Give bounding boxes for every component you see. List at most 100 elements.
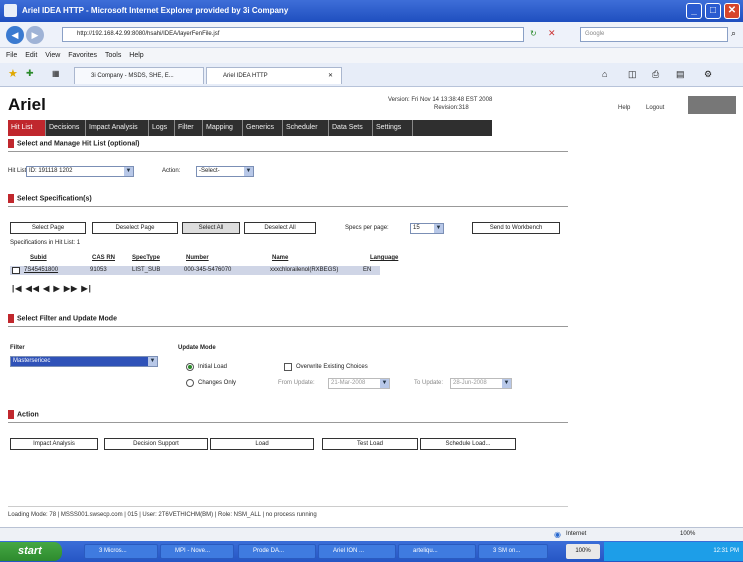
col-subid[interactable]: Subid [30,255,47,261]
specs-per-page-value: 15 [413,225,420,231]
quick-tabs-icon[interactable]: ▦ [52,69,60,78]
action-select[interactable]: -Select- ▼ [196,166,254,177]
taskbar-item[interactable]: 3 Micros... [84,544,158,559]
load-button[interactable]: Load [210,438,314,450]
taskbar-item[interactable]: Ariel ION ... [318,544,396,559]
menu-bar: File Edit View Favorites Tools Help [0,48,743,63]
to-update-select[interactable]: 28-Jun-2008 ▼ [450,378,512,389]
tab-filter[interactable]: Filter [175,120,203,136]
impact-analysis-button[interactable]: Impact Analysis [10,438,98,450]
print-icon[interactable]: ⎙ [652,69,659,80]
pager-controls[interactable]: |◀ ◀◀ ◀ ▶ ▶▶ ▶| [12,284,92,293]
tab-impact-analysis[interactable]: Impact Analysis [86,120,149,136]
globe-icon: ◉ [554,530,561,539]
start-button[interactable]: start [0,542,62,561]
section-3-title: Select Filter and Update Mode [8,314,117,323]
help-link[interactable]: Help [618,105,630,111]
from-update-label: From Update: [278,380,315,386]
row-checkbox[interactable] [12,267,20,274]
section-3-text: Select Filter and Update Mode [17,315,117,323]
tab-decisions[interactable]: Decisions [46,120,86,136]
address-input[interactable]: http://192.168.42.99:8080/hsahi/IDEA/lay… [62,27,524,42]
decision-support-button[interactable]: Decision Support [104,438,208,450]
tab-scheduler[interactable]: Scheduler [283,120,329,136]
menu-tools[interactable]: Tools [105,48,121,63]
col-name[interactable]: Name [272,255,288,261]
changes-only-label: Changes Only [198,380,237,386]
browser-tab-3i[interactable]: 3i Company - MSDS, SHE, E... [74,67,204,84]
tab-settings[interactable]: Settings [373,120,413,136]
tab-mapping[interactable]: Mapping [203,120,243,136]
search-icon[interactable]: ⌕ [731,28,736,39]
taskbar-item[interactable]: arteliqu... [398,544,476,559]
divider [8,326,568,327]
search-input[interactable]: Google [580,27,728,42]
feeds-icon[interactable]: ◫ [628,69,637,80]
browser-status-bar: ◉ Internet 100% [0,527,743,541]
close-button[interactable]: ✕ [724,3,740,19]
app-tab-bar: Hit List Decisions Impact Analysis Logs … [8,120,492,136]
browser-tab-ariel[interactable]: Ariel IDEA HTTP [206,67,342,84]
chevron-down-icon: ▼ [502,379,511,388]
cell-name: xxxchlorailenol(RXBEGS) [270,267,339,273]
stop-icon[interactable]: ✕ [548,28,556,39]
col-cas-rn[interactable]: CAS RN [92,255,115,261]
initial-load-label: Initial Load [198,364,228,370]
menu-edit[interactable]: Edit [25,48,37,63]
window-title-bar: Ariel IDEA HTTP - Microsoft Internet Exp… [0,0,743,22]
add-favorite-icon[interactable]: ✚ [26,68,34,79]
cell-number: 000-345-5476070 [184,267,232,273]
schedule-load-button[interactable]: Schedule Load... [420,438,516,450]
col-spectype[interactable]: SpecType [132,255,160,261]
favorites-star-icon[interactable]: ★ [8,67,18,80]
maximize-button[interactable]: □ [705,3,721,19]
tools-icon[interactable]: ⚙ [704,69,712,80]
menu-favorites[interactable]: Favorites [68,48,97,63]
home-icon[interactable]: ⌂ [602,69,607,79]
select-all-button[interactable]: Select All [182,222,240,234]
specs-per-page-select[interactable]: 15 ▼ [410,223,444,234]
cell-subid[interactable]: 7S45451800 [24,267,58,273]
tray-zoom[interactable]: 100% [566,544,600,559]
initial-load-radio[interactable] [186,363,194,371]
divider [8,506,568,507]
from-update-select[interactable]: 21-Mar-2008 ▼ [328,378,390,389]
windows-taskbar: start 3 Micros... MPI - Nove... Prode DA… [0,541,743,562]
menu-view[interactable]: View [45,48,60,63]
back-button[interactable]: ◀ [6,26,24,44]
menu-help[interactable]: Help [129,48,143,63]
logout-link[interactable]: Logout [646,105,664,111]
go-icon[interactable]: ↻ [530,29,537,38]
tab-hit-list[interactable]: Hit List [8,120,46,136]
filter-select[interactable]: Mastersericec ▼ [10,356,158,367]
to-update-value: 28-Jun-2008 [453,380,487,386]
tab-close-icon[interactable]: ✕ [328,72,333,79]
taskbar-item[interactable]: MPI - Nove... [160,544,234,559]
page-menu-icon[interactable]: ▤ [676,69,685,80]
col-language[interactable]: Language [370,255,398,261]
taskbar-item[interactable]: 3 SM on... [478,544,548,559]
divider [8,206,568,207]
zoom-level[interactable]: 100% [680,531,695,537]
overwrite-checkbox[interactable] [284,363,292,371]
section-1-text: Select and Manage Hit List (optional) [17,140,140,148]
changes-only-radio[interactable] [186,379,194,387]
test-load-button[interactable]: Test Load [322,438,418,450]
hit-list-select[interactable]: ID: 191118 1202 ▼ [26,166,134,177]
divider [8,151,568,152]
to-update-label: To Update: [414,380,444,386]
browser-tab-row: ★ ✚ ▦ 3i Company - MSDS, SHE, E... Ariel… [0,63,743,87]
taskbar-item[interactable]: Prode DA... [238,544,316,559]
divider [8,422,568,423]
forward-button[interactable]: ▶ [26,26,44,44]
deselect-all-button[interactable]: Deselect All [244,222,316,234]
tab-data-sets[interactable]: Data Sets [329,120,373,136]
send-to-workbench-button[interactable]: Send to Workbench [472,222,560,234]
deselect-page-button[interactable]: Deselect Page [92,222,178,234]
tab-generics[interactable]: Generics [243,120,283,136]
select-page-button[interactable]: Select Page [10,222,86,234]
col-number[interactable]: Number [186,255,209,261]
menu-file[interactable]: File [6,48,17,63]
tab-logs[interactable]: Logs [149,120,175,136]
minimize-button[interactable]: _ [686,3,702,19]
